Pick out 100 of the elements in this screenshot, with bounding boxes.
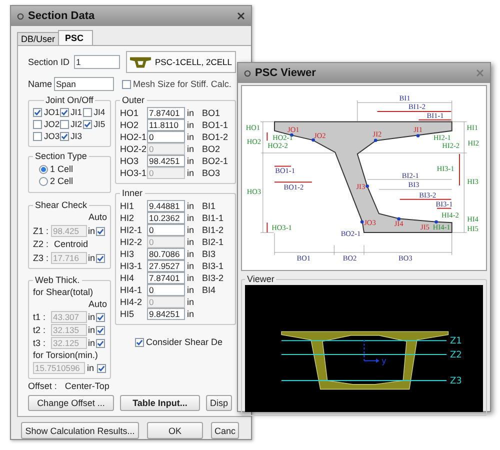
field-label: BI2-1 xyxy=(201,236,225,248)
group-title: Viewer xyxy=(246,274,276,285)
group-title: Joint On/Off xyxy=(44,95,94,106)
value-field[interactable]: 7.87401 xyxy=(147,107,185,119)
window-title: Section Data xyxy=(28,10,96,22)
section-shape-dropdown[interactable]: PSC-1CELL, 2CELL xyxy=(126,51,236,73)
section-id-field[interactable]: 1 xyxy=(74,55,120,69)
unit-label: in xyxy=(187,224,196,236)
close-icon[interactable] xyxy=(237,12,245,20)
field-label: HO3-1 xyxy=(120,168,145,178)
field-label: HO3 xyxy=(120,156,140,166)
checkbox[interactable] xyxy=(33,132,42,141)
unit-label: in xyxy=(187,236,196,248)
group-title: Shear Check xyxy=(34,200,88,211)
checkbox-label[interactable]: JI2 xyxy=(70,119,82,130)
column-label: Auto xyxy=(88,212,108,223)
tab[interactable]: DB/User xyxy=(17,32,60,45)
field-label: for Shear(total) xyxy=(33,287,94,298)
field-label: HI2-1 xyxy=(120,224,144,236)
field-label: BI1-1 xyxy=(201,212,225,224)
radio-button[interactable] xyxy=(39,177,48,186)
field-label: HI2 xyxy=(120,212,136,224)
group-title: Outer xyxy=(121,95,146,106)
value-field[interactable]: 9.84251 xyxy=(147,308,185,320)
field-label: HO2-2 xyxy=(120,144,145,154)
checkbox-label[interactable]: JI4 xyxy=(94,107,106,118)
unit-label: in xyxy=(187,284,196,296)
checkbox-label[interactable]: Consider Shear De xyxy=(146,337,223,348)
checkbox[interactable] xyxy=(82,108,92,117)
level-label: Z2 xyxy=(450,350,462,361)
value-field[interactable]: 80.7086 xyxy=(147,248,185,260)
value-field[interactable]: 27.9527 xyxy=(147,260,185,272)
value-field[interactable]: 11.8110 xyxy=(147,119,185,131)
action-button[interactable]: Table Input... xyxy=(120,395,200,411)
field-label: HO2-1 xyxy=(120,132,145,142)
field-label: Offset : xyxy=(28,381,57,392)
checkbox-label[interactable]: JO2 xyxy=(44,119,60,130)
radio-label[interactable]: 2 Cell xyxy=(50,176,74,187)
field-label: HI4 xyxy=(120,272,136,284)
checkbox[interactable] xyxy=(82,120,92,129)
unit-label: in xyxy=(187,200,196,212)
checkbox-label[interactable]: JO1 xyxy=(44,107,60,118)
group-title: Web Thick. xyxy=(34,275,81,286)
field-label: BI1-2 xyxy=(201,224,225,236)
level-label: Z3 xyxy=(450,376,462,387)
action-button[interactable]: Change Offset ... xyxy=(28,395,114,411)
name-field[interactable]: Span xyxy=(54,77,114,91)
value-field[interactable]: 9.44881 xyxy=(147,200,185,212)
unit-label: in xyxy=(187,272,196,284)
value-field[interactable]: 0 xyxy=(147,131,185,143)
checkbox[interactable] xyxy=(122,80,131,88)
field-label: HI2-2 xyxy=(120,236,144,248)
checkbox-label[interactable]: JI3 xyxy=(70,131,82,142)
checkbox-label[interactable]: JI1 xyxy=(70,107,82,118)
checkbox[interactable] xyxy=(60,120,69,129)
radio-label[interactable]: 1 Cell xyxy=(50,164,74,175)
field-label: BI1 xyxy=(201,200,217,212)
dialog-button[interactable]: Canc xyxy=(211,422,239,439)
unit-label: in xyxy=(88,226,96,236)
field-label: BO2-1 xyxy=(201,156,230,166)
value-field[interactable]: 7.87401 xyxy=(147,272,185,284)
tab[interactable]: PSC xyxy=(58,30,93,45)
field-label: t2 : xyxy=(33,324,47,336)
value-field[interactable]: 0 xyxy=(147,284,185,296)
checkbox[interactable] xyxy=(60,108,69,117)
group-title: Section Type xyxy=(34,151,88,162)
field-label: Z2 : xyxy=(33,239,50,250)
value-field[interactable]: 10.2362 xyxy=(147,212,185,224)
checkbox[interactable] xyxy=(33,108,42,117)
field-label: HI3-1 xyxy=(120,260,144,272)
value-field[interactable]: 0 xyxy=(147,224,185,236)
unit-label: in xyxy=(88,252,96,264)
checkbox-label[interactable]: JI5 xyxy=(94,119,106,130)
checkbox[interactable] xyxy=(33,120,42,129)
radio-button[interactable] xyxy=(39,165,48,174)
checkbox[interactable] xyxy=(135,338,144,347)
field-label: BO3 xyxy=(201,168,222,178)
checkbox-label[interactable]: Mesh Size for Stiff. Calc. xyxy=(133,78,232,90)
field-label: HI3 xyxy=(120,248,136,260)
dialog-button[interactable]: Show Calculation Results... xyxy=(21,422,139,439)
dialog-button[interactable]: OK xyxy=(147,422,203,439)
unit-label: in xyxy=(88,312,96,322)
field-label: HI5 xyxy=(120,308,136,320)
field-label: BO1-1 xyxy=(201,120,230,130)
action-button[interactable]: Disp xyxy=(206,395,232,411)
unit-label: in xyxy=(187,296,196,308)
unit-label: in xyxy=(187,144,196,154)
checkbox[interactable] xyxy=(60,132,69,141)
column-label: Auto xyxy=(88,299,108,310)
unit-label: in xyxy=(88,324,96,336)
level-label: Z1 xyxy=(450,336,462,347)
field-label: HI4-2 xyxy=(120,296,144,308)
unit-label: in xyxy=(87,362,95,374)
field-label: HI1 xyxy=(120,200,136,212)
value-field[interactable]: 98.4251 xyxy=(147,155,185,167)
section-shape-icon xyxy=(130,56,151,68)
field-label: Z3 : xyxy=(33,252,50,264)
window-title: PSC Viewer xyxy=(255,68,317,78)
window-icon xyxy=(17,12,24,20)
checkbox-label[interactable]: JO3 xyxy=(44,131,60,142)
